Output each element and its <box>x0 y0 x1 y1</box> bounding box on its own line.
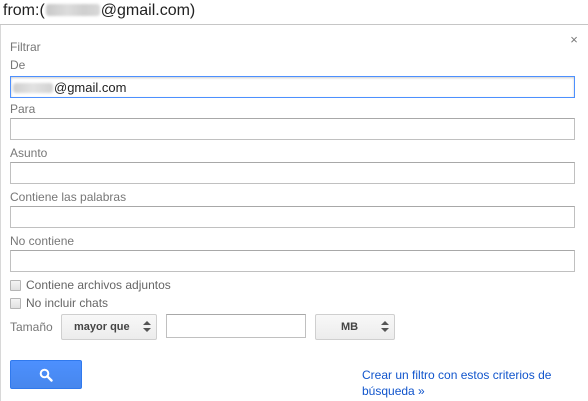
redacted-address <box>13 83 53 93</box>
not-has-field[interactable] <box>10 250 575 272</box>
gmail-search-filter-view: from:( @gmail.com) × Filtrar De @gmail.co… <box>0 0 588 401</box>
from-label: De <box>10 58 26 72</box>
select-arrows-icon <box>381 320 389 334</box>
subject-field[interactable] <box>10 162 575 184</box>
has-attachment-checkbox[interactable] <box>10 279 21 291</box>
search-query-prefix: from:( <box>3 2 45 19</box>
search-button[interactable] <box>10 360 82 389</box>
has-words-field[interactable] <box>10 206 575 228</box>
to-label: Para <box>10 102 36 116</box>
to-field[interactable] <box>10 118 575 140</box>
has-words-label: Contiene las palabras <box>10 190 127 204</box>
create-filter-link[interactable]: Crear un filtro con estos criterios de b… <box>362 367 582 399</box>
size-unit-value: MB <box>341 321 359 333</box>
subject-label: Asunto <box>10 146 48 160</box>
size-operator-value: mayor que <box>74 321 130 333</box>
magnifier-icon <box>39 368 53 382</box>
from-value-suffix: @gmail.com <box>54 80 127 95</box>
not-has-label: No contiene <box>10 234 75 248</box>
search-query-suffix: @gmail.com) <box>100 2 196 19</box>
no-chats-checkbox[interactable] <box>10 297 21 309</box>
has-attachment-row[interactable]: Contiene archivos adjuntos <box>10 278 171 292</box>
from-field[interactable]: @gmail.com <box>10 76 575 98</box>
no-chats-label[interactable]: No incluir chats <box>26 296 108 310</box>
select-arrows-icon <box>143 320 151 334</box>
search-query[interactable]: from:( @gmail.com) <box>3 2 195 20</box>
search-bar[interactable]: from:( @gmail.com) <box>0 0 588 25</box>
redacted-address <box>45 4 100 16</box>
size-label: Tamaño <box>10 320 53 334</box>
from-field-value: @gmail.com <box>13 80 126 95</box>
size-value-input[interactable] <box>166 314 306 338</box>
filter-title: Filtrar <box>10 40 41 54</box>
size-operator-select[interactable]: mayor que <box>61 314 157 340</box>
close-icon[interactable]: × <box>567 33 581 47</box>
no-chats-row[interactable]: No incluir chats <box>10 296 108 310</box>
has-attachment-label[interactable]: Contiene archivos adjuntos <box>26 278 171 292</box>
size-unit-select[interactable]: MB <box>315 314 395 340</box>
